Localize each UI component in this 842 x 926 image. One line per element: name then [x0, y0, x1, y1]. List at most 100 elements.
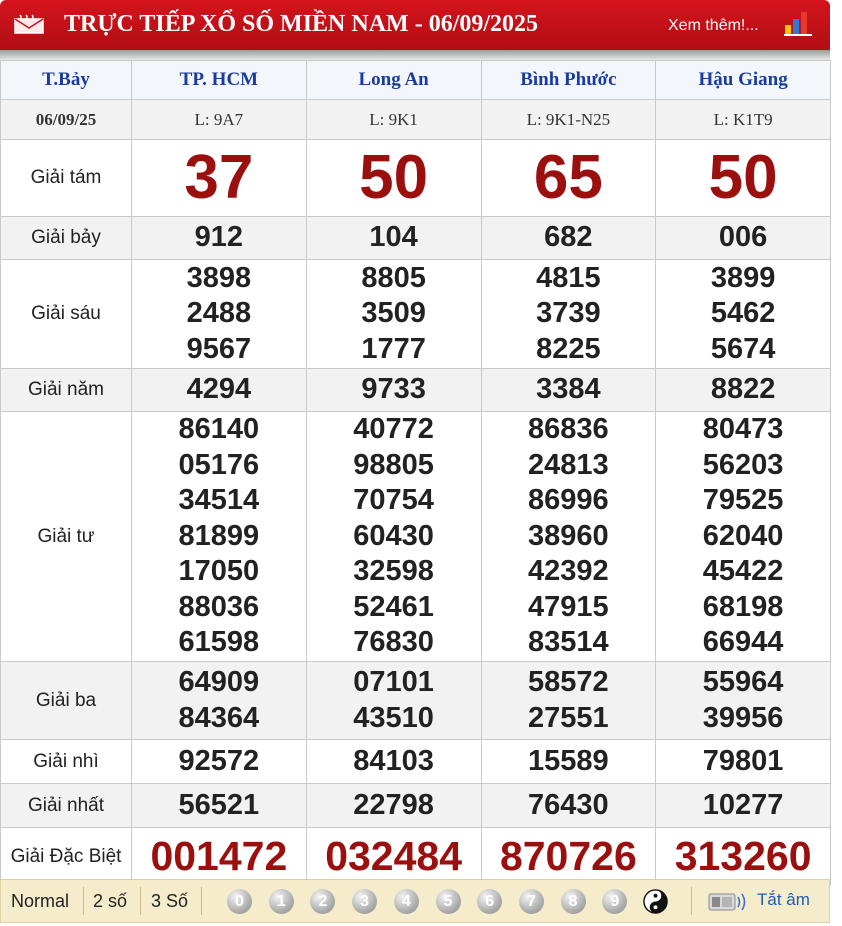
- results-table: T.Bảy TP. HCM Long An Bình Phước Hậu Gia…: [0, 60, 831, 886]
- digit-filter-button[interactable]: 7: [518, 889, 544, 914]
- digit-filter-button[interactable]: 4: [393, 889, 419, 914]
- bar-chart-icon[interactable]: [784, 10, 812, 36]
- province-cell[interactable]: Bình Phước: [480, 60, 657, 100]
- prize-number: 1777: [361, 332, 426, 365]
- digit-filter-button[interactable]: 2: [310, 889, 336, 914]
- prize-numbers-cell: 64909 84364: [131, 661, 307, 740]
- prize-number: 682: [544, 221, 593, 254]
- prize-number: 47915: [528, 590, 609, 623]
- prize-label-cell: Giải tư: [0, 411, 132, 662]
- day-label: T.Bảy: [42, 69, 90, 90]
- prize-number: 62040: [702, 519, 784, 552]
- prize-numbers-cell: 58572 27551: [480, 661, 657, 740]
- ticket-code: L: 9A7: [194, 109, 244, 129]
- prize-row: Giải tám 37 50 65 50: [0, 139, 831, 217]
- province-cell[interactable]: Long An: [305, 60, 482, 100]
- digit-filter-button[interactable]: 9: [602, 889, 628, 914]
- prize-numbers-cell: 84103: [305, 739, 482, 784]
- prize-number: 86836: [528, 413, 609, 446]
- mute-sound-button[interactable]: Tắt âm: [757, 880, 810, 922]
- prize-number: 79525: [702, 484, 784, 517]
- prize-row: Giải năm 4294 9733 3384 8822: [0, 368, 831, 412]
- prize-number: 001472: [150, 833, 288, 879]
- prize-number: 8805: [361, 261, 426, 294]
- province-cell[interactable]: Hậu Giang: [655, 60, 831, 100]
- prize-row: Giải nhì 92572 84103 15589 79801: [0, 739, 831, 784]
- date-cell: 06/09/25: [0, 99, 132, 140]
- prize-row: Giải bảy 912 104 682 006: [0, 216, 831, 260]
- prize-number: 15589: [528, 744, 609, 777]
- prize-number: 07101: [353, 666, 434, 698]
- results-header: TRỰC TIẾP XỔ SỐ MIỀN NAM - 06/09/2025 Xe…: [0, 0, 830, 50]
- province-cell[interactable]: TP. HCM: [131, 60, 307, 100]
- digit-filter-button[interactable]: 5: [435, 889, 461, 914]
- prize-numbers-cell: 92572: [131, 739, 307, 784]
- prize-number: 3898: [186, 261, 252, 294]
- prize-numbers-cell: 8805 3509 1777: [305, 259, 482, 369]
- toolbar-divider: [691, 887, 692, 915]
- prize-numbers-cell: 80473 56203 79525 62040 45422 68198 66944: [655, 411, 831, 662]
- ticket-code-row: 06/09/25 L: 9A7 L: 9K1 L: 9K1-N25 L: K1T…: [0, 99, 831, 140]
- prize-numbers-cell: 22798: [305, 783, 482, 828]
- yin-yang-icon[interactable]: [643, 889, 668, 914]
- prize-numbers-cell: 07101 43510: [305, 661, 482, 740]
- digit-filter-button[interactable]: 6: [477, 889, 503, 914]
- prize-label: Giải năm: [27, 379, 105, 400]
- mode-3-digit-button[interactable]: 3 Số: [151, 880, 188, 922]
- speaker-icon[interactable]: [707, 890, 747, 914]
- prize-number: 52461: [353, 590, 434, 623]
- province-name[interactable]: Bình Phước: [520, 69, 616, 90]
- prize-numbers-cell: 3384: [480, 368, 657, 412]
- prize-number: 76830: [353, 626, 434, 659]
- prize-numbers-cell: 50: [305, 139, 482, 217]
- prize-number: 61598: [178, 626, 260, 659]
- province-row: T.Bảy TP. HCM Long An Bình Phước Hậu Gia…: [0, 60, 831, 100]
- digit-filter-button[interactable]: 0: [227, 889, 252, 914]
- prize-numbers-cell: 912: [131, 216, 307, 260]
- see-more-link[interactable]: Xem thêm!...: [668, 17, 759, 35]
- prize-number: 86996: [528, 484, 609, 517]
- prize-label-cell: Giải tám: [0, 139, 132, 217]
- prize-number: 60430: [353, 519, 434, 552]
- prize-number: 9567: [186, 332, 252, 365]
- prize-number: 05176: [178, 448, 260, 481]
- prize-number: 50: [708, 143, 778, 212]
- prize-number: 9733: [361, 373, 426, 406]
- digit-filter-button[interactable]: 3: [352, 889, 378, 914]
- province-name[interactable]: TP. HCM: [180, 69, 258, 90]
- mode-2-digit-button[interactable]: 2 số: [93, 880, 127, 922]
- prize-row: Giải tư 86140 05176 34514 81899 17050 88036 615…: [0, 411, 831, 662]
- prize-number: 39956: [702, 701, 784, 734]
- prize-number: 3899: [710, 261, 776, 294]
- prize-number: 8822: [710, 373, 776, 406]
- province-name[interactable]: Long An: [359, 69, 429, 90]
- prize-number: 32598: [353, 555, 434, 588]
- prize-number: 38960: [528, 519, 609, 552]
- header-divider: [0, 50, 830, 60]
- prize-number: 3384: [536, 373, 601, 406]
- prize-label-cell: Giải năm: [0, 368, 132, 412]
- prize-number: 88036: [178, 590, 260, 623]
- digit-filter-button[interactable]: 1: [268, 889, 294, 914]
- prize-label-cell: Giải ba: [0, 661, 132, 740]
- prize-number: 032484: [325, 833, 463, 879]
- prize-number: 70754: [353, 484, 434, 517]
- ticket-code: L: 9K1-N25: [526, 109, 611, 129]
- mode-normal-button[interactable]: Normal: [11, 880, 69, 922]
- prize-number: 86140: [178, 413, 260, 446]
- prize-label-cell: Giải Đặc Biệt: [0, 827, 132, 886]
- prize-label: Giải tư: [37, 525, 95, 547]
- page-title: TRỰC TIẾP XỔ SỐ MIỀN NAM - 06/09/2025: [64, 11, 539, 37]
- prize-number: 104: [369, 221, 418, 254]
- prize-number: 43510: [353, 701, 434, 734]
- prize-label: Giải tám: [30, 167, 102, 188]
- ticket-code: L: K1T9: [713, 109, 773, 129]
- digit-filter-button[interactable]: 8: [560, 889, 586, 914]
- prize-numbers-cell: 56521: [131, 783, 307, 828]
- prize-number: 5674: [710, 332, 776, 365]
- prize-number: 56203: [702, 448, 784, 481]
- province-name[interactable]: Hậu Giang: [699, 69, 788, 90]
- prize-numbers-cell: 006: [655, 216, 831, 260]
- prize-numbers-cell: 40772 98805 70754 60430 32598 52461 76830: [305, 411, 482, 662]
- prize-numbers-cell: 870726: [480, 827, 657, 886]
